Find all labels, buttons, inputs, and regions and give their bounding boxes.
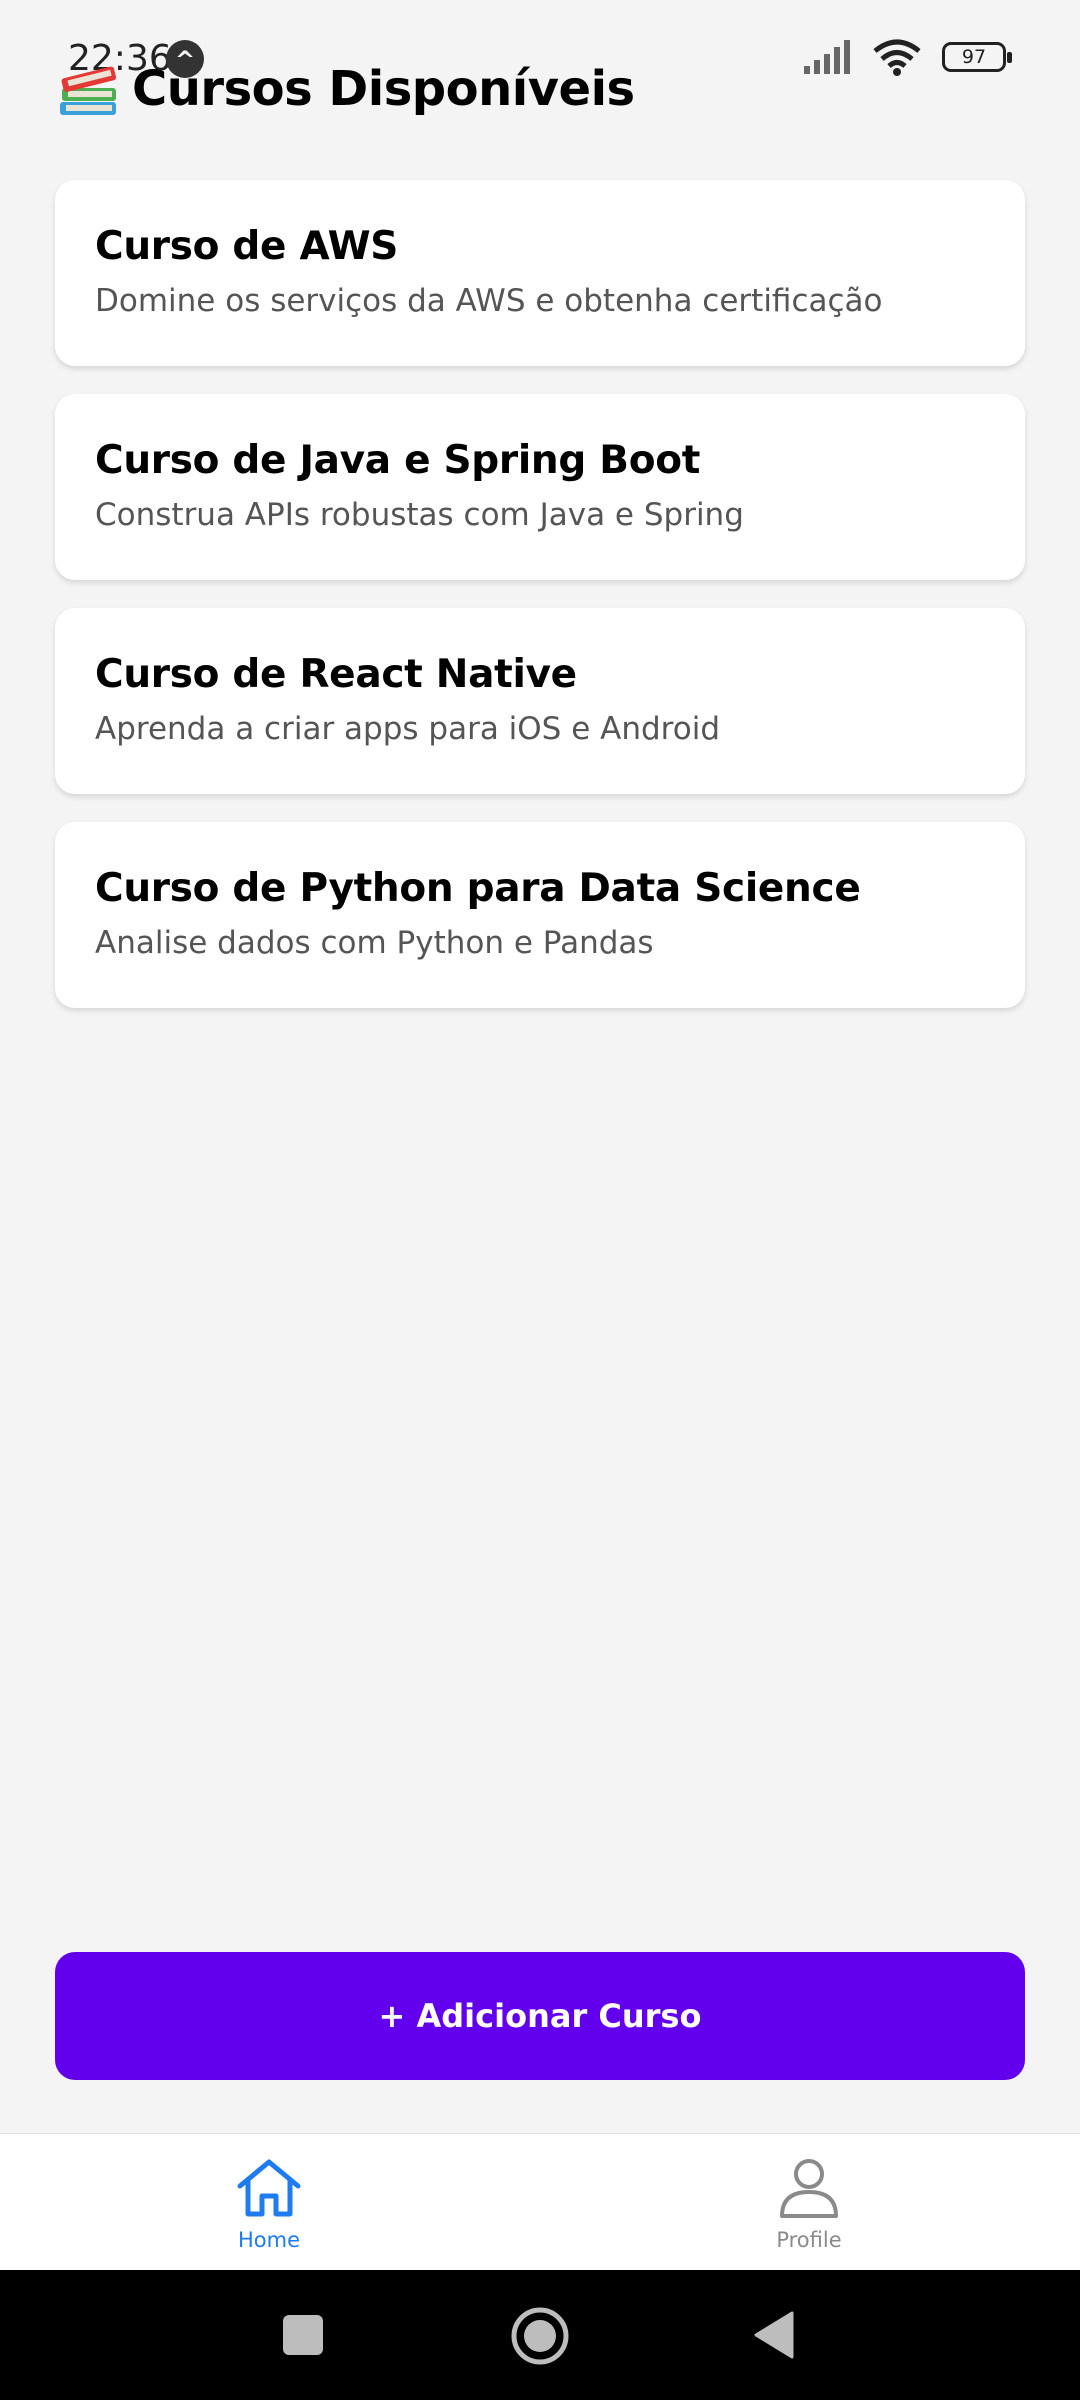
add-course-button[interactable]: + Adicionar Curso bbox=[55, 1952, 1025, 2080]
tab-home[interactable]: Home bbox=[169, 2156, 369, 2252]
course-description: Aprenda a criar apps para iOS e Android bbox=[95, 711, 720, 747]
square-icon[interactable] bbox=[282, 2314, 324, 2356]
circle-icon[interactable] bbox=[510, 2306, 570, 2366]
course-title: Curso de React Native bbox=[95, 652, 577, 697]
triangle-back-icon[interactable] bbox=[752, 2310, 798, 2360]
bottom-tab-bar: Home Profile bbox=[0, 2133, 1080, 2271]
course-card[interactable]: Curso de Python para Data Science Analis… bbox=[55, 822, 1025, 1008]
course-title: Curso de AWS bbox=[95, 224, 399, 269]
battery-level: 97 bbox=[961, 46, 987, 68]
course-card[interactable]: Curso de React Native Aprenda a criar ap… bbox=[55, 608, 1025, 794]
android-nav-bar bbox=[0, 2270, 1080, 2400]
course-description: Analise dados com Python e Pandas bbox=[95, 925, 654, 961]
course-description: Domine os serviços da AWS e obtenha cert… bbox=[95, 283, 883, 319]
course-title: Curso de Python para Data Science bbox=[95, 866, 861, 911]
wifi-icon bbox=[873, 39, 921, 76]
user-icon bbox=[780, 2159, 838, 2218]
course-card[interactable]: Curso de AWS Domine os serviços da AWS e… bbox=[55, 180, 1025, 366]
signal-icon bbox=[804, 40, 850, 74]
home-icon bbox=[237, 2159, 301, 2217]
tab-profile[interactable]: Profile bbox=[709, 2156, 909, 2252]
books-icon bbox=[60, 66, 117, 115]
course-description: Construa APIs robustas com Java e Spring bbox=[95, 497, 744, 533]
course-list: Curso de AWS Domine os serviços da AWS e… bbox=[55, 180, 1025, 1036]
battery-icon: 97 bbox=[942, 42, 1012, 72]
tab-profile-label: Profile bbox=[776, 2228, 842, 2252]
course-card[interactable]: Curso de Java e Spring Boot Construa API… bbox=[55, 394, 1025, 580]
course-title: Curso de Java e Spring Boot bbox=[95, 438, 701, 483]
tab-home-label: Home bbox=[237, 2228, 300, 2252]
page-header: Cursos Disponíveis bbox=[56, 58, 635, 120]
page-title: Cursos Disponíveis bbox=[132, 61, 635, 117]
status-icons: 97 bbox=[804, 38, 1012, 76]
